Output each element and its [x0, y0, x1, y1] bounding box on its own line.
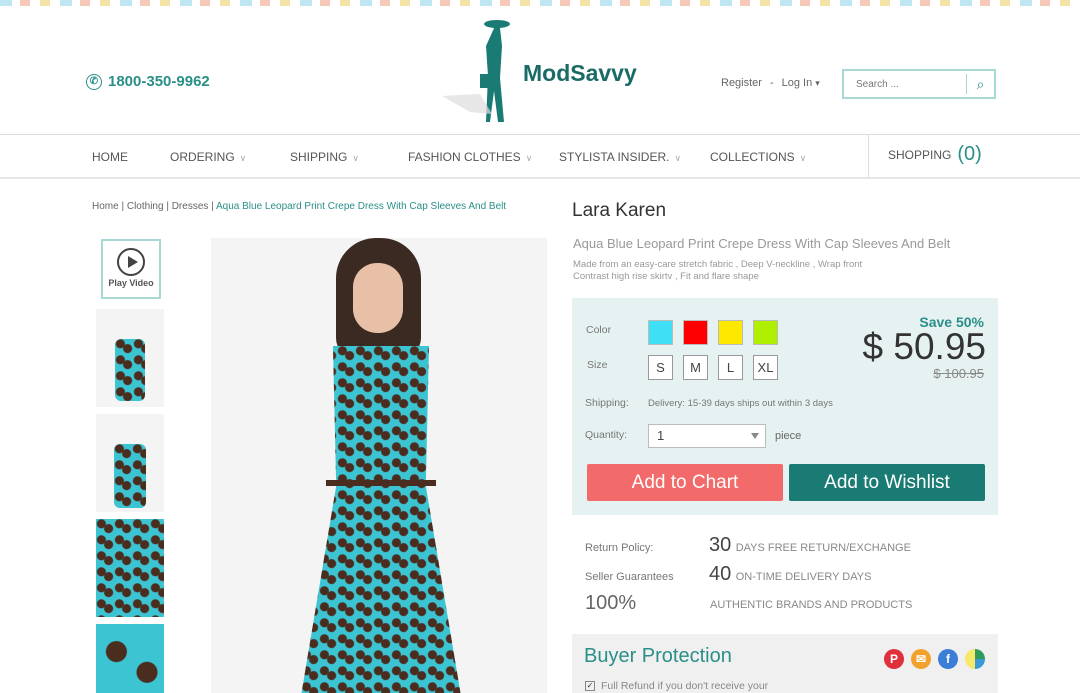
size-label: Size — [587, 359, 608, 371]
phone-text: 1800-350-9962 — [108, 73, 210, 90]
chevron-down-icon: ∨ — [239, 153, 247, 163]
size-m[interactable]: M — [683, 355, 708, 380]
return-policy-label: Return Policy: — [585, 542, 654, 554]
register-link[interactable]: Register — [721, 77, 762, 89]
color-swatch-aqua[interactable] — [648, 320, 673, 345]
nav-fashion-clothes[interactable]: FASHION CLOTHES ∨ — [408, 150, 532, 164]
color-swatch-yellow[interactable] — [718, 320, 743, 345]
shipping-value: Delivery: 15-39 days ships out within 3 … — [648, 398, 833, 409]
refund-text: Full Refund if you don't receive your — [601, 680, 769, 692]
shipping-label: Shipping: — [585, 397, 629, 409]
search-box[interactable]: Search ... ⌕ — [842, 69, 996, 99]
quantity-value: 1 — [657, 428, 665, 443]
nav-shipping[interactable]: SHIPPING ∨ — [290, 150, 359, 164]
pinterest-icon[interactable]: P — [884, 649, 904, 669]
facebook-icon[interactable]: f — [938, 649, 958, 669]
thumbnail-front[interactable] — [96, 414, 164, 512]
breadcrumb-current: Aqua Blue Leopard Print Crepe Dress With… — [216, 201, 507, 212]
search-input[interactable]: Search ... — [844, 79, 966, 90]
authentic-percent: 100% — [585, 592, 637, 614]
nav-label: SHIPPING — [290, 150, 348, 164]
return-days: 30 — [709, 534, 732, 556]
price: $ 50.95 — [862, 326, 986, 367]
caret-down-icon: ▾ — [815, 78, 820, 88]
delivery-days: 40 — [709, 563, 732, 585]
quantity-unit: piece — [775, 430, 802, 442]
nav-label: FASHION CLOTHES — [408, 150, 521, 164]
description-line: Contrast high rise skirtv , Fit and flar… — [573, 271, 759, 282]
size-xl[interactable]: XL — [753, 355, 778, 380]
phone-icon: ✆ — [86, 73, 102, 90]
login-link[interactable]: Log In ▾ — [782, 77, 820, 89]
nav-label: ORDERING — [170, 150, 235, 164]
account-links: Register - Log In ▾ — [721, 77, 820, 89]
thumbnail-back[interactable] — [96, 309, 164, 407]
return-text: DAYS FREE RETURN/EXCHANGE — [735, 542, 911, 554]
thumbnail-fabric-closeup[interactable] — [96, 519, 164, 617]
add-to-wishlist-button[interactable]: Add to Wishlist — [789, 464, 985, 501]
buyer-protection-title: Buyer Protection — [584, 645, 732, 667]
breadcrumb-home[interactable]: Home — [92, 201, 119, 212]
nav-ordering[interactable]: ORDERING ∨ — [170, 150, 246, 164]
chevron-down-icon: ∨ — [799, 153, 807, 163]
chevron-down-icon: ∨ — [674, 153, 682, 163]
quantity-select[interactable]: 1 — [648, 424, 766, 448]
color-swatch-red[interactable] — [683, 320, 708, 345]
product-description: Made from an easy-care stretch fabric , … — [573, 259, 862, 283]
product-brand: Lara Karen — [572, 200, 667, 221]
color-swatch-green[interactable] — [753, 320, 778, 345]
brand-name: ModSavvy — [523, 60, 637, 86]
cart-count: (0) — [957, 143, 982, 165]
nav-label: STYLISTA INSIDER. — [559, 150, 670, 164]
quantity-label: Quantity: — [585, 429, 628, 441]
play-video-button[interactable]: Play Video — [101, 239, 161, 299]
authentic-text: AUTHENTIC BRANDS AND PRODUCTS — [710, 599, 913, 611]
color-label: Color — [586, 324, 612, 336]
nav-label: HOME — [92, 150, 128, 164]
old-price: $ 100.95 — [933, 366, 984, 381]
seller-guarantees-label: Seller Guarantees — [585, 571, 674, 583]
login-label: Log In — [781, 77, 813, 89]
checkbox[interactable]: ✓ — [585, 681, 595, 691]
chevron-down-icon: ∨ — [352, 153, 359, 163]
return-policy-value: 30 DAYS FREE RETURN/EXCHANGE — [709, 534, 911, 557]
share-icon[interactable] — [965, 649, 985, 669]
main-product-image[interactable] — [211, 238, 547, 693]
shopping-cart[interactable]: SHOPPING (0) — [888, 143, 982, 166]
product-name: Aqua Blue Leopard Print Crepe Dress With… — [573, 236, 951, 251]
play-video-label: Play Video — [108, 278, 154, 288]
delivery-text: ON-TIME DELIVERY DAYS — [735, 571, 872, 583]
phone-number[interactable]: ✆ 1800-350-9962 — [86, 73, 210, 90]
nav-label: COLLECTIONS — [710, 150, 795, 164]
separator: - — [769, 77, 774, 89]
description-line: Made from an easy-care stretch fabric , … — [573, 259, 863, 270]
play-icon — [117, 248, 145, 276]
chevron-down-icon: ∨ — [525, 153, 533, 163]
nav-divider — [868, 135, 869, 178]
seller-guarantees-value: 40 ON-TIME DELIVERY DAYS — [709, 563, 871, 586]
breadcrumb-clothing[interactable]: Clothing — [127, 201, 164, 212]
nav-home[interactable]: HOME — [92, 150, 128, 164]
refund-item: ✓ Full Refund if you don't receive your — [585, 680, 768, 692]
nav-collections[interactable]: COLLECTIONS ∨ — [710, 150, 806, 164]
size-l[interactable]: L — [718, 355, 743, 380]
size-s[interactable]: S — [648, 355, 673, 380]
search-icon[interactable]: ⌕ — [966, 74, 994, 94]
shopping-label: SHOPPING — [888, 147, 952, 162]
caret-down-icon — [751, 433, 759, 439]
breadcrumb-dresses[interactable]: Dresses — [172, 201, 209, 212]
add-to-cart-button[interactable]: Add to Chart — [587, 464, 783, 501]
thumbnail-pattern[interactable] — [96, 624, 164, 693]
breadcrumb: Home | Clothing | Dresses | Aqua Blue Le… — [92, 201, 507, 212]
nav-stylista-insider[interactable]: STYLISTA INSIDER. ∨ — [559, 150, 681, 164]
decorative-banner — [0, 0, 1080, 6]
email-icon[interactable]: ✉ — [911, 649, 931, 669]
